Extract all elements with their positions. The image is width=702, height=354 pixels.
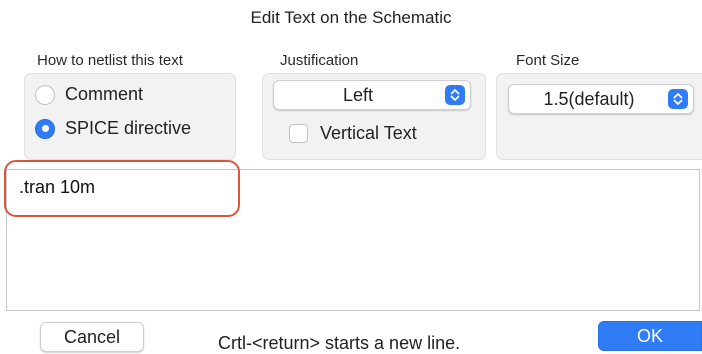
radio-comment[interactable]: Comment (35, 84, 143, 105)
vertical-text-checkbox-row[interactable]: Vertical Text (289, 123, 417, 144)
vertical-text-checkbox[interactable] (289, 124, 308, 143)
radio-spice-directive-label: SPICE directive (65, 118, 192, 138)
justification-select[interactable]: Left (273, 80, 471, 110)
schematic-text-editor[interactable] (6, 169, 700, 311)
radio-spice-directive[interactable]: SPICE directive (35, 118, 191, 139)
font-size-selected-value: 1.5(default) (543, 89, 635, 109)
justification-group-label: Justification (280, 52, 359, 69)
newline-hint: Crtl-<return> starts a new line. (218, 333, 461, 353)
radio-comment-indicator[interactable] (35, 84, 55, 105)
justification-selected-value: Left (342, 85, 374, 105)
netlist-group-label: How to netlist this text (37, 52, 183, 69)
font-size-stepper-icon[interactable] (668, 89, 688, 109)
vertical-text-label: Vertical Text (320, 123, 417, 143)
radio-spice-directive-indicator[interactable] (35, 118, 55, 139)
font-size-group-label: Font Size (516, 52, 580, 69)
justification-stepper-icon[interactable] (445, 85, 465, 105)
font-size-select[interactable]: 1.5(default) (508, 84, 694, 114)
ok-button[interactable]: OK (598, 321, 702, 351)
radio-comment-label: Comment (65, 84, 144, 104)
schematic-text-content: .tran 10m (19, 177, 96, 197)
cancel-button[interactable]: Cancel (40, 322, 144, 352)
edit-text-dialog: Edit Text on the Schematic How to netlis… (0, 0, 702, 354)
dialog-title: Edit Text on the Schematic (250, 8, 452, 27)
